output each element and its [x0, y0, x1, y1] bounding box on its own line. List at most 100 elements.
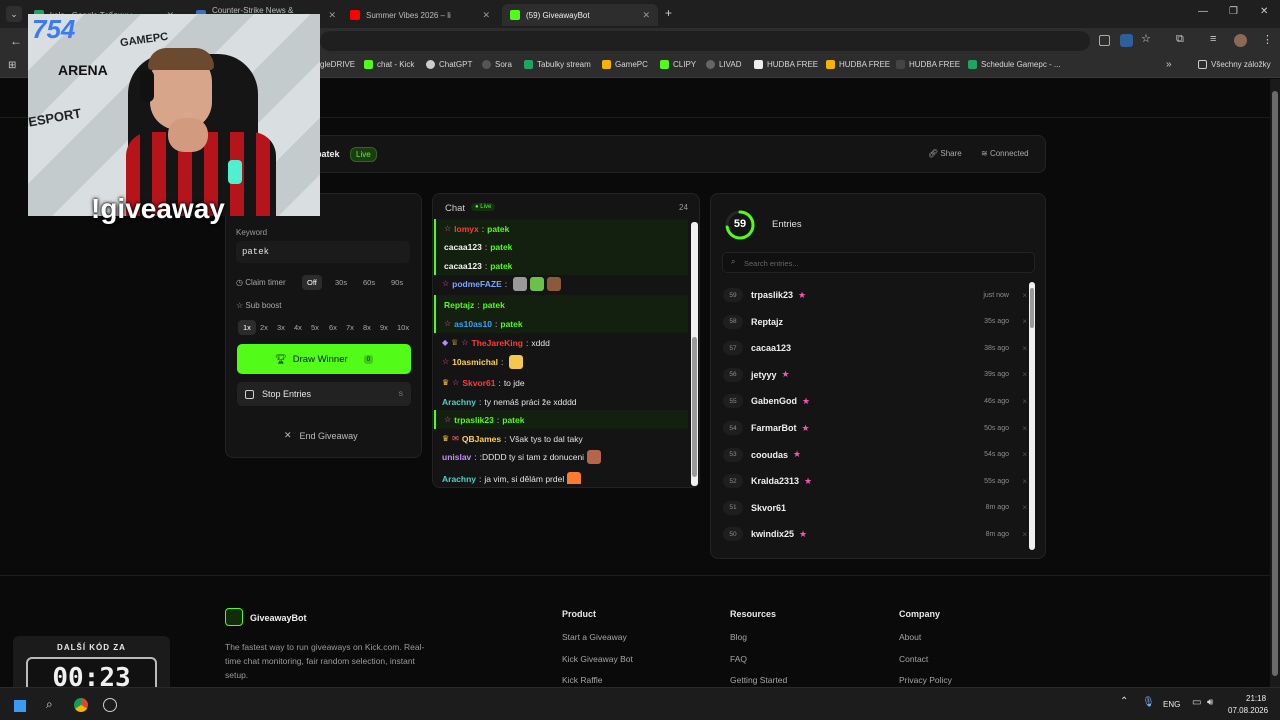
boost-2x[interactable]: 2x [255, 320, 273, 335]
chrome-taskbar-icon[interactable] [74, 698, 88, 712]
bookmark-hudba-3[interactable]: HUDBA FREE [896, 60, 960, 69]
all-bookmarks[interactable]: Všechny záložky [1198, 60, 1271, 69]
chat-username[interactable]: QBJames [462, 434, 501, 444]
translate-icon[interactable] [1099, 35, 1110, 46]
entries-scrollbar-thumb[interactable] [1030, 288, 1034, 328]
omnibox[interactable] [320, 31, 1090, 51]
remove-entry-icon[interactable]: × [1009, 450, 1027, 459]
footer-link[interactable]: Blog [730, 632, 747, 642]
claim-option-60s[interactable]: 60s [358, 275, 380, 290]
keyword-input[interactable]: patek [236, 241, 410, 263]
end-giveaway-button[interactable]: ✕ End Giveaway [284, 430, 358, 441]
footer-link[interactable]: Kick Raffle [562, 675, 602, 685]
footer-link[interactable]: About [899, 632, 921, 642]
boost-3x[interactable]: 3x [272, 320, 290, 335]
share-button[interactable]: 🔗︎ Share [928, 149, 962, 158]
search-taskbar-icon[interactable]: ⌕ [46, 697, 53, 712]
clock-time[interactable]: 21:18 [1246, 694, 1266, 703]
chat-username[interactable]: 10asmichal [452, 357, 498, 367]
volume-icon[interactable]: 🔊︎ [1207, 697, 1213, 708]
chat-username[interactable]: lomyx [454, 224, 479, 234]
claim-option-off[interactable]: Off [302, 275, 322, 290]
close-tab-icon[interactable]: ✕ [328, 10, 336, 21]
boost-10x[interactable]: 10x [392, 320, 414, 335]
boost-6x[interactable]: 6x [324, 320, 342, 335]
minimize-icon[interactable]: — [1198, 6, 1208, 17]
bookmark-kick-chat[interactable]: chat - Kick [364, 60, 414, 69]
boost-1x[interactable]: 1x [238, 320, 256, 335]
bookmark-livad[interactable]: LIVAD [706, 60, 742, 69]
menu-icon[interactable]: ⋮ [1262, 33, 1273, 46]
bookmark-gamepc[interactable]: GamePC [602, 60, 648, 69]
chat-username[interactable]: cacaa123 [444, 261, 482, 271]
bookmark-hudba-2[interactable]: HUDBA FREE [826, 60, 890, 69]
boost-5x[interactable]: 5x [306, 320, 324, 335]
bookmark-drive[interactable]: gleDRIVE [320, 60, 355, 69]
chat-username[interactable]: cacaa123 [444, 242, 482, 252]
page-scrollbar[interactable] [1270, 79, 1280, 687]
new-tab-icon[interactable]: + [665, 6, 672, 20]
boost-9x[interactable]: 9x [375, 320, 393, 335]
bookmark-tabulky[interactable]: Tabulky stream [524, 60, 591, 69]
chat-username[interactable]: Arachny [442, 474, 476, 484]
remove-entry-icon[interactable]: × [1009, 477, 1027, 486]
profile-avatar[interactable] [1234, 34, 1247, 47]
close-tab-icon[interactable]: ✕ [642, 10, 650, 21]
chat-username[interactable]: Reptajz [444, 300, 474, 310]
footer-link[interactable]: Kick Giveaway Bot [562, 654, 633, 664]
remove-entry-icon[interactable]: × [1009, 317, 1027, 326]
chat-username[interactable]: TheJareKing [472, 338, 524, 348]
chat-scrollbar-thumb[interactable] [692, 337, 697, 477]
chat-username[interactable]: Arachny [442, 397, 476, 407]
draw-winner-button[interactable]: 🏆︎ Draw Winner 0 [237, 344, 411, 374]
entries-scrollbar[interactable] [1029, 282, 1035, 550]
chat-username[interactable]: Skvor61 [462, 378, 495, 388]
more-bookmarks-icon[interactable]: » [1166, 59, 1172, 70]
microphone-icon[interactable]: 🎙︎ [1142, 697, 1155, 708]
bookmark-chatgpt[interactable]: ChatGPT [426, 60, 472, 69]
remove-entry-icon[interactable]: × [1009, 397, 1027, 406]
bookmark-hudba-1[interactable]: HUDBA FREE [754, 60, 818, 69]
footer-link[interactable]: FAQ [730, 654, 747, 664]
tab-list-button[interactable]: ⌄ [6, 6, 22, 22]
close-tab-icon[interactable]: ✕ [482, 10, 490, 21]
cast-icon[interactable] [1120, 34, 1133, 47]
bookmark-schedule[interactable]: Schedule Gamepc - ... [968, 60, 1061, 69]
network-icon[interactable]: ▭ [1192, 697, 1201, 708]
maximize-icon[interactable]: ❐ [1229, 6, 1238, 17]
footer-link[interactable]: Getting Started [730, 675, 787, 685]
media-icon[interactable]: ≡ [1210, 33, 1216, 45]
boost-4x[interactable]: 4x [289, 320, 307, 335]
remove-entry-icon[interactable]: × [1009, 424, 1027, 433]
remove-entry-icon[interactable]: × [1009, 370, 1027, 379]
stop-entries-button[interactable]: Stop Entries S [237, 382, 411, 406]
boost-8x[interactable]: 8x [358, 320, 376, 335]
tray-chevron-icon[interactable]: ⌃ [1120, 696, 1128, 707]
tab-summer-vibes[interactable]: Summer Vibes 2026 – li ✕ [342, 4, 498, 26]
language-indicator[interactable]: ENG [1163, 700, 1180, 709]
claim-option-90s[interactable]: 90s [386, 275, 408, 290]
footer-link[interactable]: Start a Giveaway [562, 632, 627, 642]
remove-entry-icon[interactable]: × [1009, 291, 1027, 300]
remove-entry-icon[interactable]: × [1009, 344, 1027, 353]
chat-username[interactable]: trpaslik23 [454, 415, 494, 425]
claim-option-30s[interactable]: 30s [330, 275, 352, 290]
clock-date[interactable]: 07.08.2026 [1228, 706, 1268, 715]
tab-giveawaybot[interactable]: (59) GiveawayBot ✕ [502, 4, 658, 26]
app-taskbar-icon[interactable] [103, 698, 117, 712]
bookmark-clipy[interactable]: CLIPY [660, 60, 696, 69]
chat-username[interactable]: as10as10 [454, 319, 492, 329]
bookmark-sora[interactable]: Sora [482, 60, 512, 69]
footer-link[interactable]: Privacy Policy [899, 675, 952, 685]
footer-link[interactable]: Contact [899, 654, 928, 664]
page-scrollbar-thumb[interactable] [1272, 91, 1278, 676]
chat-username[interactable]: unislav [442, 452, 471, 462]
extensions-icon[interactable]: ⧉ [1176, 33, 1184, 46]
chat-scrollbar[interactable] [691, 222, 698, 486]
remove-entry-icon[interactable]: × [1009, 530, 1027, 539]
bookmark-star-icon[interactable]: ☆ [1141, 32, 1151, 45]
boost-7x[interactable]: 7x [341, 320, 359, 335]
entries-search-input[interactable]: ⌕ Search entries... [722, 252, 1035, 273]
remove-entry-icon[interactable]: × [1009, 503, 1027, 512]
chat-username[interactable]: podmeFAZE [452, 279, 502, 289]
